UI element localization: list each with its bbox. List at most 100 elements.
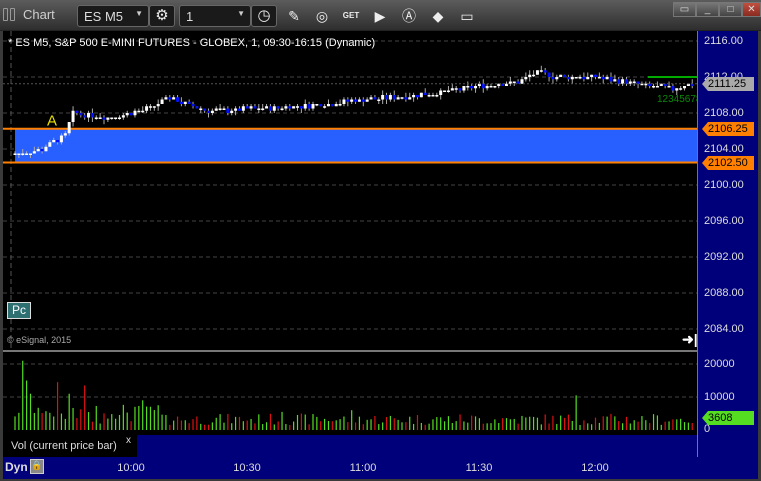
close-study-icon[interactable]: x [126, 435, 131, 446]
volume-bar [18, 412, 20, 430]
volume-bar [68, 393, 70, 430]
candle [168, 97, 172, 100]
volume-bar [80, 409, 82, 430]
lock-icon[interactable]: 🔒 [30, 459, 44, 474]
symbol-select[interactable]: ES M5 ▼ [77, 5, 149, 27]
volume-bar [509, 419, 511, 430]
volume-bar [374, 415, 376, 430]
volume-bar [432, 419, 434, 430]
time-axis[interactable]: Dyn 🔒 10:00 10:30 11:00 11:30 12:00 [3, 457, 758, 479]
volume-bar [447, 416, 450, 430]
candle [241, 106, 245, 111]
candle [675, 88, 679, 91]
volume-bar [370, 419, 372, 430]
volume-bar [478, 418, 480, 430]
gear-icon[interactable]: ⚙ [149, 5, 175, 27]
volume-bar [111, 414, 113, 430]
candle [470, 86, 474, 89]
interval-select[interactable]: 1 ▼ [179, 5, 251, 27]
grip-icon[interactable] [3, 8, 8, 21]
volume-bar [29, 393, 32, 430]
clock-icon[interactable]: ◷ [251, 5, 277, 27]
volume-bar [455, 421, 457, 430]
volume-bar [436, 417, 438, 430]
get-icon[interactable]: GET [341, 6, 361, 26]
volume-bar [505, 418, 508, 430]
volume-bar [637, 421, 639, 430]
volume-bar [629, 423, 631, 430]
candle [164, 97, 168, 100]
chart-header: * ES M5, S&P 500 E-MINI FUTURES - GLOBEX… [8, 37, 376, 49]
candle [261, 108, 265, 110]
volume-bar [490, 423, 492, 430]
zone-high-tag: 2106.25 [702, 122, 754, 136]
volume-bar [76, 418, 78, 430]
volume-bar [575, 395, 577, 430]
restore-menu-button[interactable]: ▭ [673, 2, 696, 17]
volume-bar [285, 423, 287, 430]
volume-bar [502, 418, 504, 430]
play-icon[interactable]: ▶ [370, 6, 390, 26]
minimize-button[interactable]: _ [696, 2, 719, 17]
volume-bar [366, 419, 368, 430]
volume-bar [281, 411, 283, 430]
volume-bar [467, 422, 469, 430]
volume-bar [525, 417, 527, 430]
candle [679, 88, 683, 90]
candle [106, 117, 110, 120]
volume-bar [204, 424, 206, 430]
volume-bar [192, 419, 194, 430]
volume-study-label[interactable]: Vol (current price bar) [3, 435, 137, 457]
annotation: 123456789 [657, 94, 697, 105]
volume-bar [660, 424, 662, 430]
volume-bar [587, 423, 589, 430]
candle [655, 86, 659, 88]
candle [535, 70, 539, 75]
study-icon[interactable]: ◎ [312, 6, 332, 26]
volume-bar [494, 419, 496, 430]
alert-icon[interactable]: Ⓐ [399, 6, 419, 26]
time-label: 10:00 [117, 462, 145, 474]
volume-bar [142, 400, 144, 430]
candle [268, 106, 272, 111]
volume-bar [645, 420, 647, 430]
chart-area[interactable]: A 123456789 * ES M5, S&P 500 E-MINI FUTUR… [3, 31, 758, 479]
volume-bar [118, 414, 121, 430]
volume-bar [207, 424, 210, 430]
candle [137, 110, 141, 113]
comment-icon[interactable]: ▭ [457, 6, 477, 26]
candle [253, 106, 257, 109]
dynamic-mode[interactable]: Dyn [5, 460, 28, 474]
candle [63, 133, 67, 136]
price-axis[interactable]: 2116.00 2112.00 2108.00 2104.00 2100.00 … [697, 31, 758, 457]
price-plot[interactable]: A 123456789 [3, 31, 697, 457]
candle [632, 81, 636, 83]
candle [377, 99, 381, 101]
volume-bar [231, 423, 233, 430]
link-icon[interactable]: ◆ [428, 6, 448, 26]
volume-bar [273, 424, 275, 430]
close-button[interactable]: ✕ [742, 2, 761, 17]
volume-bar [64, 418, 66, 430]
volume-bar [215, 417, 217, 430]
maximize-button[interactable]: □ [719, 2, 742, 17]
volume-bar [265, 422, 268, 430]
candle [574, 77, 578, 79]
candle [17, 153, 21, 155]
pencil-icon[interactable]: ✎ [284, 6, 304, 26]
volume-bar [413, 423, 415, 430]
volume-bar [463, 421, 465, 430]
scroll-to-end-icon[interactable]: ➜| [682, 331, 698, 348]
volume-bar [567, 414, 570, 430]
pc-button[interactable]: Pc [7, 302, 31, 319]
volume-bar [293, 421, 295, 430]
volume-bar [308, 424, 310, 430]
volume-bar [420, 422, 422, 430]
grip-icon[interactable] [10, 8, 15, 21]
candle [346, 99, 350, 102]
volume-bar [521, 415, 523, 430]
volume-bar [409, 416, 411, 430]
volume-legend-bar: Vol (current price bar) x [3, 435, 697, 457]
volume-bar [583, 420, 585, 430]
volume-bar [443, 421, 446, 430]
